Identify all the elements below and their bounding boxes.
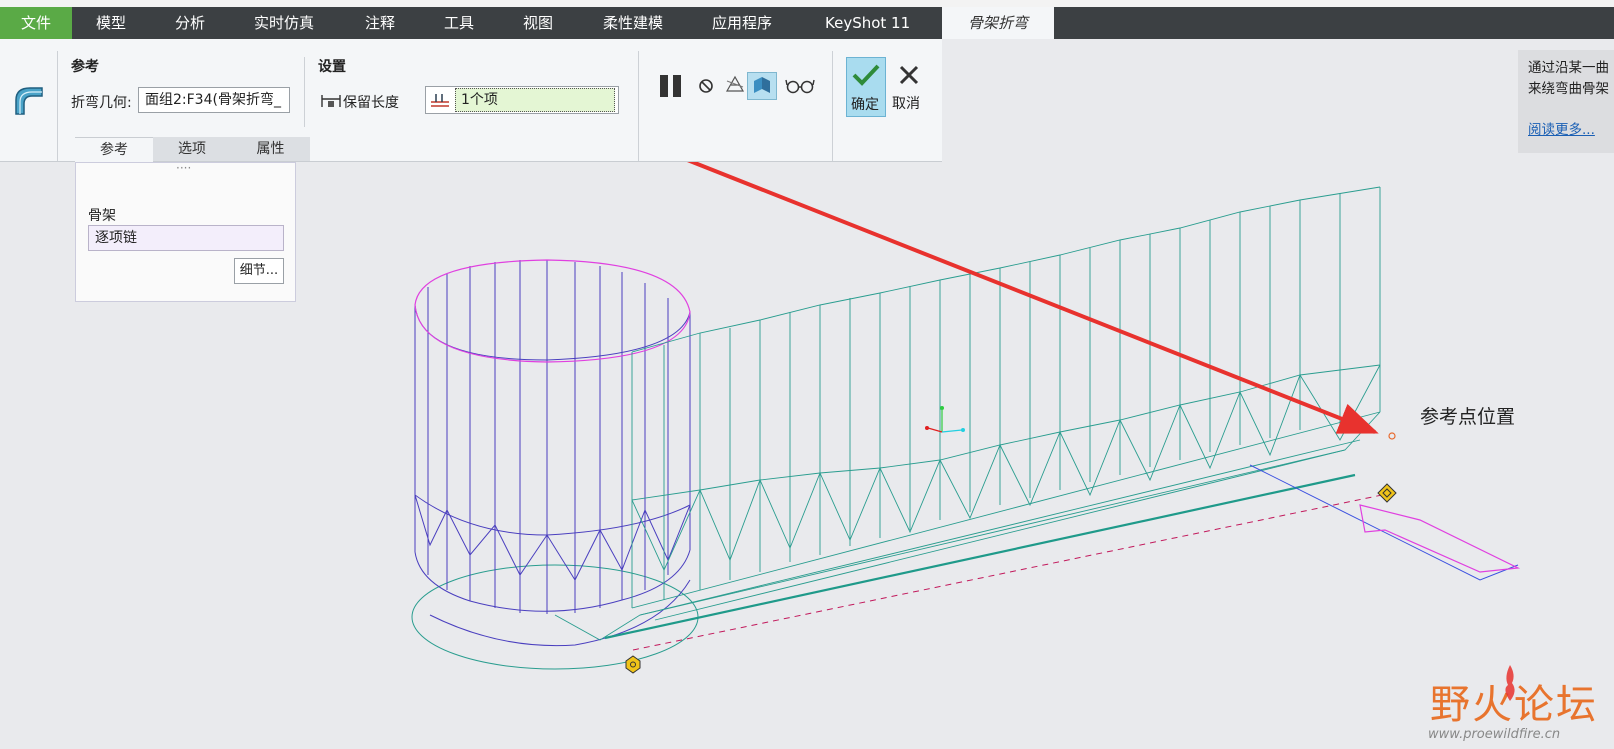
annotation-arrow bbox=[686, 162, 1379, 434]
menu-realtime-sim[interactable]: 实时仿真 bbox=[254, 7, 314, 39]
reference-collector-icon bbox=[431, 94, 449, 107]
glasses-icon[interactable] bbox=[785, 77, 815, 95]
item-field[interactable]: 1个项 bbox=[455, 88, 615, 112]
feature-preview-button[interactable] bbox=[747, 72, 777, 100]
bend-plane bbox=[1249, 464, 1521, 581]
reference-group-title: 参考 bbox=[71, 59, 99, 75]
menu-model[interactable]: 模型 bbox=[96, 7, 126, 39]
tab-options[interactable]: 选项 bbox=[153, 137, 231, 161]
geometry-preview-icon[interactable] bbox=[723, 73, 747, 97]
bend-geometry-label: 折弯几何: bbox=[71, 95, 132, 111]
menu-applications[interactable]: 应用程序 bbox=[712, 7, 772, 39]
details-button[interactable]: 细节... bbox=[234, 258, 284, 284]
skeleton-collector[interactable]: 逐项链 bbox=[88, 225, 284, 251]
menu-keyshot[interactable]: KeyShot 11 bbox=[825, 7, 910, 39]
bend-geometry-field[interactable]: 面组2:F34(骨架折弯_ bbox=[138, 87, 290, 113]
separator bbox=[57, 51, 58, 161]
ribbon-empty-area bbox=[942, 39, 1614, 161]
close-icon bbox=[899, 65, 919, 85]
menu-file[interactable]: 文件 bbox=[0, 7, 72, 39]
reference-point-marker bbox=[1388, 432, 1396, 440]
tab-reference[interactable]: 参考 bbox=[75, 137, 153, 162]
settings-group-title: 设置 bbox=[318, 59, 346, 75]
bend-surface-mesh bbox=[554, 186, 1381, 641]
flame-icon bbox=[1505, 665, 1515, 701]
separator bbox=[638, 51, 639, 161]
watermark-url: www.proewildfire.cn bbox=[1428, 727, 1561, 742]
reference-point-annotation: 参考点位置 bbox=[1420, 406, 1516, 428]
skeleton-label: 骨架 bbox=[88, 208, 116, 224]
item-selector[interactable]: 1个项 bbox=[425, 86, 619, 114]
menu-annotate[interactable]: 注释 bbox=[365, 7, 395, 39]
menu-bar: 文件 模型 分析 实时仿真 注释 工具 视图 柔性建模 应用程序 KeyShot… bbox=[0, 7, 1614, 39]
tab-properties[interactable]: 属性 bbox=[231, 137, 310, 161]
end-handle[interactable] bbox=[1377, 483, 1397, 503]
confirm-button[interactable]: 确定 bbox=[846, 57, 886, 117]
title-strip bbox=[0, 0, 1614, 7]
tab-spinal-bend[interactable]: 骨架折弯 bbox=[942, 7, 1054, 39]
spinal-bend-icon bbox=[15, 87, 43, 115]
checkmark-icon bbox=[852, 64, 880, 86]
separator bbox=[304, 57, 305, 127]
cancel-button[interactable]: 取消 bbox=[890, 57, 930, 117]
menu-tools[interactable]: 工具 bbox=[444, 7, 474, 39]
annotation-arrow-tail bbox=[690, 162, 1161, 348]
menu-view[interactable]: 视图 bbox=[523, 7, 553, 39]
pause-icon[interactable] bbox=[657, 72, 685, 100]
cylinder-wireframe bbox=[411, 259, 699, 670]
start-handle[interactable] bbox=[625, 655, 641, 674]
help-text-line2: 来绕弯曲骨架 bbox=[1528, 81, 1609, 97]
feature-preview-icon bbox=[754, 77, 770, 93]
no-preview-icon[interactable] bbox=[697, 77, 715, 95]
skeleton-trajectory bbox=[604, 473, 1356, 640]
coordinate-triad bbox=[925, 406, 965, 433]
preserve-length-icon bbox=[321, 95, 341, 107]
menu-flexible-modeling[interactable]: 柔性建模 bbox=[603, 7, 663, 39]
menu-analysis[interactable]: 分析 bbox=[175, 7, 205, 39]
read-more-link[interactable]: 阅读更多... bbox=[1528, 120, 1614, 141]
panel-grip[interactable]: ···· bbox=[176, 161, 191, 175]
confirm-label: 确定 bbox=[851, 97, 879, 113]
help-text-line1: 通过沿某一曲 bbox=[1528, 60, 1609, 76]
preserve-length-label[interactable]: 保留长度 bbox=[343, 92, 399, 112]
help-panel: 通过沿某一曲 来绕弯曲骨架 阅读更多... bbox=[1518, 50, 1614, 153]
cancel-label: 取消 bbox=[892, 96, 920, 112]
separator bbox=[832, 51, 833, 161]
reference-panel: ···· 骨架 逐项链 细节... bbox=[75, 161, 296, 302]
